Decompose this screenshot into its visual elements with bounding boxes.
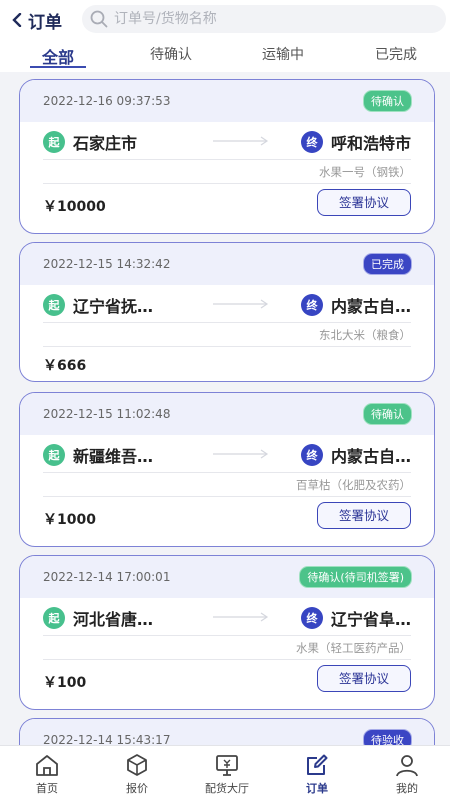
order-price: ￥1000 [43,512,96,528]
tab-completed[interactable]: 已完成 [346,44,446,68]
tabbar-label: 我的 [396,782,418,795]
tabbar-item-quote[interactable]: 报价 [102,752,172,796]
user-icon [396,755,418,777]
order-price: ￥100 [43,675,87,691]
status-badge: 待确认 [363,90,412,112]
order-card[interactable]: 2022-12-14 17:00:01 待确认(待司机签署) 起 河北省唐… 终… [19,555,435,710]
tabbar-label: 报价 [126,782,148,795]
origin-marker: 起 [43,294,65,316]
tabbar-item-home[interactable]: 首页 [12,752,82,796]
status-badge: 待确认 [363,403,412,425]
arrow-right-icon [213,299,269,309]
tab-pending[interactable]: 待确认 [121,44,221,68]
order-card[interactable]: 2022-12-16 09:37:53 待确认 起 石家庄市 终 呼和浩特市 水… [19,79,435,234]
home-icon [36,755,58,776]
edit-icon [307,754,328,775]
search-bar[interactable] [82,5,446,33]
origin-marker: 起 [43,131,65,153]
order-time: 2022-12-15 11:02:48 [43,407,171,421]
cargo-name: 水果（轻工医药产品） [43,636,411,660]
origin-marker: 起 [43,607,65,629]
chevron-left-icon [12,13,22,27]
sign-agreement-button[interactable]: 签署协议 [317,189,411,216]
order-time: 2022-12-16 09:37:53 [43,94,171,108]
tabbar-label: 订单 [306,782,328,795]
search-icon [90,10,108,28]
destination-marker: 终 [300,444,323,466]
cargo-name: 百草枯（化肥及农药） [43,473,411,497]
tab-in-transit[interactable]: 运输中 [233,44,333,68]
tabbar-item-mine[interactable]: 我的 [372,752,442,796]
status-badge: 已完成 [363,253,412,275]
tab-all[interactable]: 全部 [8,44,108,68]
order-time: 2022-12-14 17:00:01 [43,570,171,584]
arrow-right-icon [213,449,269,459]
tabbar-item-orders[interactable]: 订单 [282,752,352,796]
order-card[interactable]: 2022-12-15 14:32:42 已完成 起 辽宁省抚… 终 内蒙古自… … [19,242,435,382]
tabbar-label: 首页 [36,782,58,795]
origin-city: 河北省唐… [73,610,154,629]
search-input[interactable] [114,11,414,27]
order-price: ￥666 [43,358,87,374]
order-card[interactable]: 2022-12-15 11:02:48 待确认 起 新疆维吾… 终 内蒙古自… … [19,392,435,547]
page-title: 订单 [28,12,62,33]
back-button[interactable]: 订单 [10,7,62,33]
sign-agreement-button[interactable]: 签署协议 [317,502,411,529]
origin-city: 新疆维吾… [73,447,154,466]
destination-marker: 终 [300,607,323,629]
order-time: 2022-12-15 14:32:42 [43,257,171,271]
destination-city: 辽宁省阜… [330,610,411,629]
origin-city: 石家庄市 [73,134,138,153]
destination-marker: 终 [300,131,323,153]
bottom-tab-bar: 首页 报价 配货大厅 订单 我的 [0,745,450,800]
order-price: ￥10000 [43,199,106,215]
destination-city: 内蒙古自… [330,447,411,466]
destination-marker: 终 [300,294,323,316]
box-icon [127,754,147,776]
tabbar-item-cargo-hall[interactable]: 配货大厅 [192,752,262,796]
arrow-right-icon [213,612,269,622]
sign-agreement-button[interactable]: 签署协议 [317,665,411,692]
header: 订单 全部 待确认 运输中 已完成 [0,0,450,72]
status-tabs: 全部 待确认 运输中 已完成 [0,40,450,72]
monitor-icon [216,755,238,776]
destination-city: 呼和浩特市 [330,134,411,153]
destination-city: 内蒙古自… [330,297,411,316]
cargo-name: 水果一号（钢铁） [43,160,411,184]
origin-marker: 起 [43,444,65,466]
arrow-right-icon [213,136,269,146]
cargo-name: 东北大米（粮食） [43,323,411,347]
origin-city: 辽宁省抚… [73,297,154,316]
active-tab-indicator [30,66,86,68]
status-badge: 待确认(待司机签署) [299,566,412,588]
tabbar-label: 配货大厅 [205,782,249,795]
